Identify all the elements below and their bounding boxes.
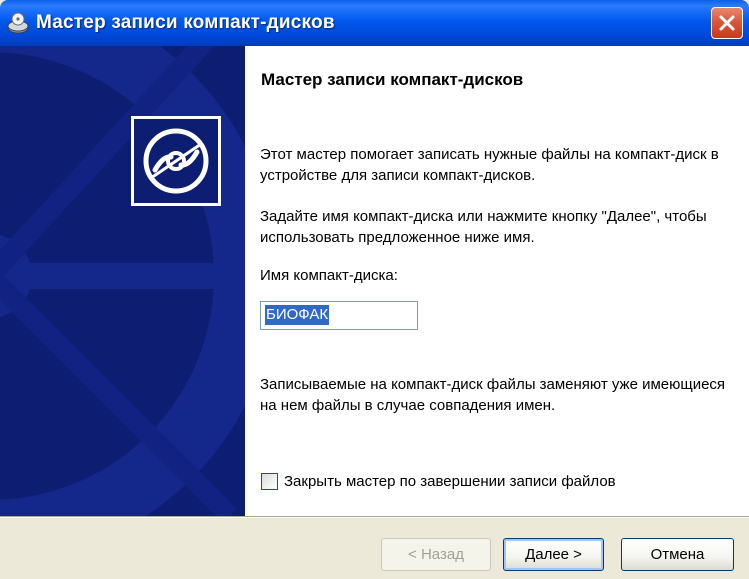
- wizard-content: Мастер записи компакт-дисков Этот мастер…: [245, 46, 749, 516]
- title-bar[interactable]: Мастер записи компакт-дисков: [0, 0, 749, 46]
- cd-disc-icon: [143, 128, 209, 194]
- close-wizard-checkbox[interactable]: [261, 473, 278, 490]
- cd-logo-tile: [131, 116, 221, 206]
- wizard-heading: Мастер записи компакт-дисков: [261, 70, 524, 89]
- intro-text: Этот мастер помогает записать нужные фай…: [260, 146, 719, 184]
- next-button[interactable]: Далее >: [503, 538, 604, 571]
- overwrite-warning-text: Записываемые на компакт-диск файлы замен…: [260, 376, 726, 414]
- wizard-banner: [0, 46, 245, 516]
- instruction-text: Задайте имя компакт-диска или нажмите кн…: [260, 208, 707, 246]
- back-button[interactable]: < Назад: [381, 538, 491, 571]
- disc-name-label: Имя компакт-диска:: [260, 267, 398, 284]
- window-title: Мастер записи компакт-дисков: [36, 12, 335, 33]
- cd-writing-wizard-window: Мастер записи компакт-дисков Мастер запи…: [0, 0, 749, 579]
- disc-name-value: БИОФАК: [265, 305, 330, 325]
- disc-name-input[interactable]: БИОФАК: [260, 301, 418, 330]
- close-icon: [719, 15, 735, 31]
- cancel-button[interactable]: Отмена: [621, 538, 734, 571]
- cd-burner-icon: [7, 12, 29, 34]
- button-area-divider: [0, 516, 749, 518]
- close-button[interactable]: [711, 7, 743, 39]
- close-wizard-checkbox-label[interactable]: Закрыть мастер по завершении записи файл…: [284, 472, 616, 492]
